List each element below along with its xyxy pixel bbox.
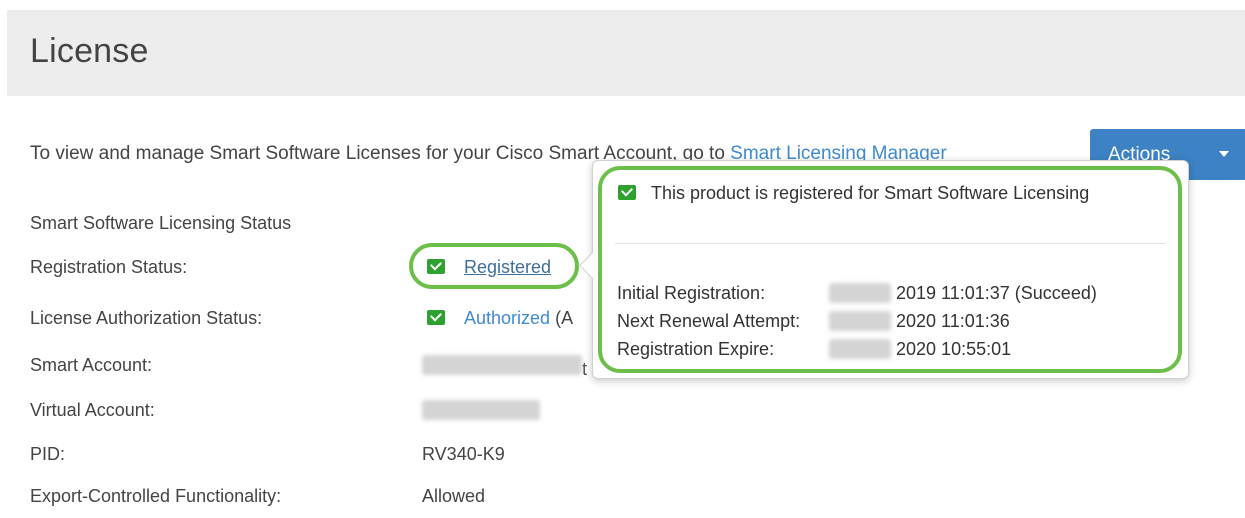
virtual-account-label: Virtual Account:: [30, 400, 155, 420]
page-header: License: [7, 10, 1245, 96]
check-icon: [427, 259, 445, 274]
check-icon: [618, 185, 636, 200]
registration-expire-datetime: 2020 10:55:01: [896, 339, 1012, 359]
registration-expire-row: Registration Expire: 2020 10:55:01: [617, 339, 1011, 360]
check-icon: [427, 310, 445, 325]
redacted-value: [829, 283, 891, 303]
pid-label: PID:: [30, 444, 66, 464]
popover-divider: [615, 243, 1165, 244]
authorized-link[interactable]: Authorized: [464, 308, 550, 328]
smart-account-value: t: [419, 355, 587, 380]
next-renewal-datetime: 2020 11:01:36: [896, 311, 1010, 331]
next-renewal-label: Next Renewal Attempt:: [617, 311, 801, 331]
authorization-status-value: Authorized (A: [427, 308, 573, 329]
smart-account-suffix: t: [582, 359, 588, 379]
redacted-value: [422, 400, 540, 420]
popover-heading-text: This product is registered for Smart Sof…: [651, 183, 1090, 203]
redacted-value: [829, 311, 891, 331]
initial-registration-label: Initial Registration:: [617, 283, 766, 303]
redacted-value: [829, 339, 891, 359]
registered-link[interactable]: Registered: [464, 257, 551, 277]
virtual-account-value: [419, 400, 540, 425]
registration-popover: This product is registered for Smart Sof…: [579, 160, 1189, 379]
popover-heading: This product is registered for Smart Sof…: [618, 183, 1089, 204]
next-renewal-value: 2020 11:01:36: [829, 311, 1010, 332]
export-controlled-value: Allowed: [422, 486, 486, 506]
next-renewal-row: Next Renewal Attempt: 2020 11:01:36: [617, 311, 1010, 332]
initial-registration-datetime: 2019 11:01:37 (Succeed): [896, 283, 1097, 303]
smart-account-label: Smart Account:: [30, 355, 153, 375]
registration-status-label: Registration Status:: [30, 257, 188, 277]
authorization-status-label: License Authorization Status:: [30, 308, 263, 328]
redacted-value: [422, 355, 582, 375]
pid-value: RV340-K9: [422, 444, 505, 464]
authorization-suffix: (A: [555, 308, 574, 328]
license-page: License To view and manage Smart Softwar…: [7, 0, 1245, 518]
export-controlled-label: Export-Controlled Functionality:: [30, 486, 282, 506]
caret-down-icon[interactable]: [1219, 151, 1229, 157]
page-title: License: [30, 32, 149, 70]
registration-expire-label: Registration Expire:: [617, 339, 775, 359]
initial-registration-value: 2019 11:01:37 (Succeed): [829, 283, 1097, 304]
initial-registration-row: Initial Registration: 2019 11:01:37 (Suc…: [617, 283, 1097, 304]
registration-status-value: Registered: [427, 257, 551, 278]
section-title: Smart Software Licensing Status: [30, 213, 292, 233]
registration-expire-value: 2020 10:55:01: [829, 339, 1011, 360]
